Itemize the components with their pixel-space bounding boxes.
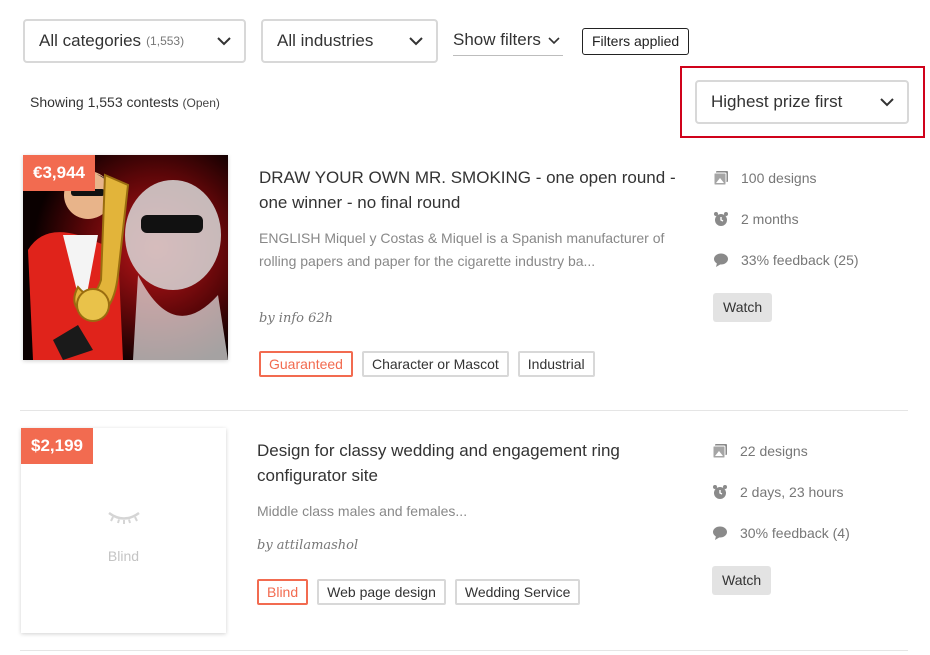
tag-web-page-design[interactable]: Web page design [317, 579, 446, 605]
alarm-clock-icon [714, 212, 728, 226]
contest-tags: Blind Web page design Wedding Service [257, 579, 581, 605]
contest-card: Blind $2,199 Design for classy wedding a… [0, 411, 930, 655]
blind-label: Blind [107, 548, 140, 564]
speech-bubble-icon [713, 526, 727, 540]
contest-byline[interactable]: by attilamashol [257, 538, 358, 553]
images-icon [712, 444, 727, 459]
watch-button[interactable]: Watch [713, 293, 773, 322]
time-left-stat: 2 days, 23 hours [712, 484, 844, 500]
contest-thumbnail[interactable]: Blind $2,199 [21, 428, 226, 633]
feedback-text: 30% feedback (4) [740, 525, 850, 541]
prize-badge: $2,199 [21, 428, 93, 464]
designs-stat: 22 designs [712, 443, 808, 459]
time-left-stat: 2 months [713, 211, 799, 227]
feedback-text: 33% feedback (25) [741, 252, 859, 268]
speech-bubble-icon [714, 253, 728, 267]
contest-thumbnail[interactable]: €3,944 [23, 155, 228, 360]
prize-badge: €3,944 [23, 155, 95, 191]
time-left-text: 2 days, 23 hours [740, 484, 844, 500]
tag-guaranteed[interactable]: Guaranteed [259, 351, 353, 377]
watch-button[interactable]: Watch [712, 566, 772, 595]
designs-count: 100 designs [741, 170, 817, 186]
tag-industrial[interactable]: Industrial [517, 351, 595, 377]
contest-card: €3,944 DRAW YOUR OWN MR. SMOKING - one o… [0, 0, 930, 410]
alarm-clock-icon [713, 485, 727, 499]
feedback-stat: 30% feedback (4) [712, 525, 850, 541]
contest-title[interactable]: Design for classy wedding and engagement… [257, 438, 687, 488]
time-left-text: 2 months [741, 211, 799, 227]
contest-byline[interactable]: by info 62h [259, 311, 333, 326]
designs-count: 22 designs [740, 443, 808, 459]
contest-description: ENGLISH Miquel y Costas & Miquel is a Sp… [259, 230, 665, 269]
divider [20, 650, 908, 651]
designs-stat: 100 designs [713, 170, 817, 186]
closed-eye-icon [108, 511, 140, 524]
images-icon [713, 171, 728, 186]
contest-tags: Guaranteed Character or Mascot Industria… [259, 351, 595, 377]
tag-blind[interactable]: Blind [257, 579, 309, 605]
feedback-stat: 33% feedback (25) [713, 252, 859, 268]
tag-character-or-mascot[interactable]: Character or Mascot [361, 351, 509, 377]
contest-title[interactable]: DRAW YOUR OWN MR. SMOKING - one open rou… [259, 165, 689, 215]
tag-wedding-service[interactable]: Wedding Service [454, 579, 581, 605]
contest-description: Middle class males and females... [257, 503, 468, 519]
